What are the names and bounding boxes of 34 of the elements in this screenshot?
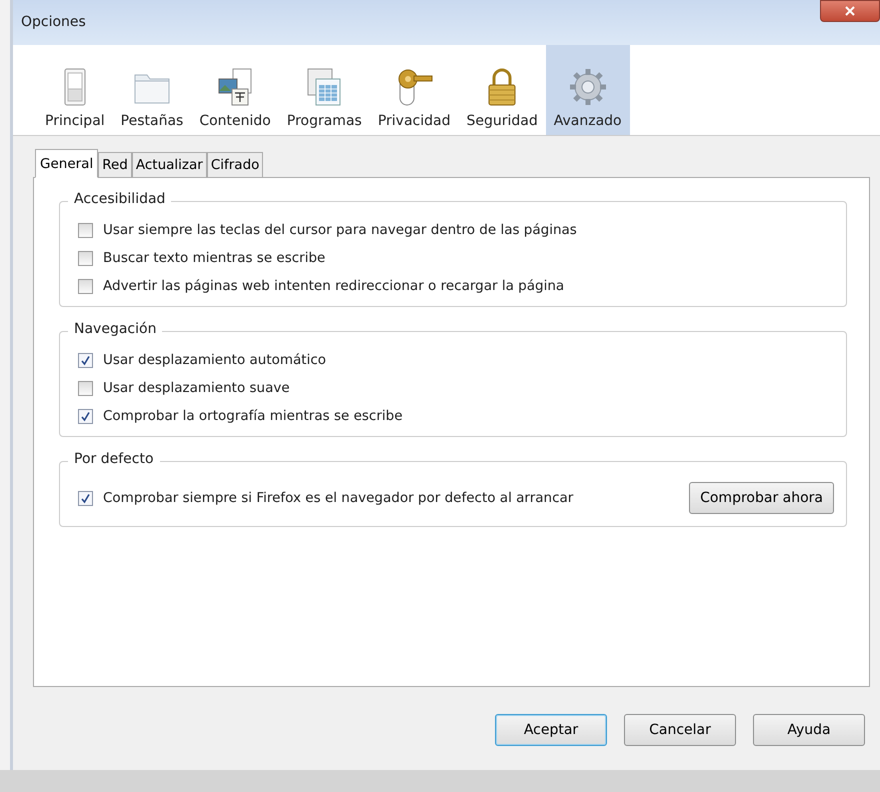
checkbox[interactable] <box>78 222 93 238</box>
checkbox[interactable] <box>78 380 93 396</box>
close-icon <box>844 6 856 16</box>
check-now-button[interactable]: Comprobar ahora <box>689 482 834 514</box>
tab[interactable]: Red <box>98 152 132 178</box>
checkbox-label: Comprobar siempre si Firefox es el navegador por defecto al arrancar <box>103 490 574 506</box>
checkbox-label: Usar desplazamiento automático <box>103 352 326 368</box>
toolbar-tab[interactable]: Pestañas <box>112 45 192 135</box>
toolbar-tab[interactable]: Principal <box>37 45 113 135</box>
dialog-button[interactable]: Aceptar <box>495 714 607 746</box>
checkbox-label: Comprobar la ortografía mientras se escribe <box>103 408 403 424</box>
checkbox-label: Usar siempre las teclas del cursor para navegar dentro de las páginas <box>103 222 577 238</box>
checkbox[interactable] <box>78 352 93 368</box>
checkbox[interactable] <box>78 408 93 424</box>
gear-icon <box>568 67 608 107</box>
toolbar-tab[interactable]: Privacidad <box>370 45 458 135</box>
checkbox[interactable] <box>78 490 93 506</box>
toolbar-tab[interactable]: Contenido <box>191 45 279 135</box>
tab[interactable]: Actualizar <box>132 152 207 178</box>
toolbar-tab[interactable]: Avanzado <box>546 45 630 135</box>
tab[interactable]: General <box>35 149 98 178</box>
checkbox-label: Usar desplazamiento suave <box>103 380 290 396</box>
toolbar-tab[interactable]: Seguridad <box>458 45 546 135</box>
group-title: Navegación <box>68 321 162 337</box>
tab[interactable]: Cifrado <box>206 152 264 178</box>
toolbar-tab[interactable]: Programas <box>278 45 370 135</box>
checkbox-label: Buscar texto mientras se escribe <box>103 250 326 266</box>
checkbox-label: Advertir las páginas web intenten redireccionar o recargar la página <box>103 278 564 294</box>
dialog-button[interactable]: Cancelar <box>624 714 736 746</box>
dialog-button[interactable]: Ayuda <box>753 714 865 746</box>
close-button[interactable] <box>820 0 880 22</box>
window-title: Opciones <box>21 14 86 30</box>
checkbox[interactable] <box>78 278 93 294</box>
checkbox[interactable] <box>78 250 93 266</box>
